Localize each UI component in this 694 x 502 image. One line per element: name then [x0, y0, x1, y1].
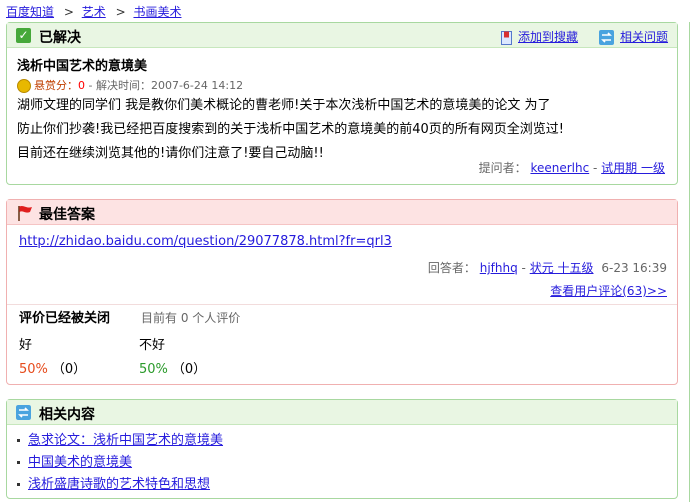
answerer-info: 回答者： hjfhhq - 状元 十五级 6-23 16:39	[428, 259, 667, 276]
asker-level-link[interactable]: 试用期 一级	[601, 161, 665, 175]
bullet-icon	[17, 483, 20, 486]
breadcrumb-separator: >	[115, 5, 126, 19]
answerer-separator: -	[517, 261, 530, 275]
related-questions-link[interactable]: 相关问题	[620, 30, 668, 44]
add-favorite-link[interactable]: 添加到搜藏	[518, 30, 578, 44]
bad-label: 不好	[139, 338, 166, 353]
good-count: （0）	[51, 362, 87, 377]
evaluation-count: 目前有 0 个人评价	[141, 311, 241, 325]
right-column-edge	[689, 22, 694, 502]
good-percent: 50%	[19, 362, 48, 377]
add-favorite-link-wrap: 添加到搜藏	[501, 28, 578, 45]
asker-label: 提问者：	[478, 161, 527, 175]
related-icon	[599, 30, 614, 45]
bad-count: （0）	[171, 362, 207, 377]
best-answer-panel: 最佳答案 http://zhidao.baidu.com/question/29…	[6, 199, 678, 385]
divider	[7, 304, 677, 305]
solved-time: - 解决时间：2007-6-24 14:12	[88, 79, 244, 92]
list-item: 浅析盛唐诗歌的艺术特色和思想	[17, 474, 223, 496]
breadcrumb-art-link[interactable]: 艺术	[82, 5, 106, 19]
question-body-line: 防止你们抄袭!我已经把百度搜索到的关于浅析中国艺术的意境美的前40页的所有网页全…	[17, 122, 564, 137]
related-content-header: 相关内容	[7, 400, 677, 425]
asker-info: 提问者： keenerlhc - 试用期 一级	[479, 159, 665, 176]
question-title: 浅析中国艺术的意境美	[17, 59, 148, 74]
bullet-icon	[17, 461, 20, 464]
bad-percent: 50%	[139, 362, 168, 377]
breadcrumb-painting-link[interactable]: 书画美术	[133, 5, 181, 19]
bad-rating: 50% （0）	[139, 358, 206, 377]
related-link[interactable]: 中国美术的意境美	[28, 455, 132, 470]
breadcrumb: 百度知道 > 艺术 > 书画美术	[6, 3, 181, 20]
evaluation-closed-title: 评价已经被关闭	[19, 311, 111, 326]
answerer-name-link[interactable]: hjfhhq	[480, 261, 518, 275]
best-answer-header: 最佳答案	[7, 200, 677, 225]
question-body-line: 湖师文理的同学们 我是教你们美术概论的曹老师!关于本次浅析中国艺术的意境美的论文…	[17, 98, 551, 113]
question-meta: 悬赏分：0 - 解决时间：2007-6-24 14:12	[17, 77, 243, 93]
related-link[interactable]: 急求论文：浅析中国艺术的意境美	[28, 433, 223, 448]
answerer-label: 回答者：	[427, 261, 476, 275]
bookmark-icon	[501, 30, 512, 45]
question-header: ✓ 已解决 添加到搜藏 相关问题	[7, 23, 677, 48]
asker-separator: -	[589, 161, 602, 175]
coin-icon	[17, 79, 31, 93]
question-panel: ✓ 已解决 添加到搜藏 相关问题 浅析中国艺术的意境美 悬赏分：0 - 解决时间…	[6, 22, 678, 185]
question-body: 湖师文理的同学们 我是教你们美术概论的曹老师!关于本次浅析中国艺术的意境美的论文…	[17, 94, 617, 166]
related-content-panel: 相关内容 急求论文：浅析中国艺术的意境美 中国美术的意境美 浅析盛唐诗歌的艺术特…	[6, 399, 678, 499]
asker-name-link[interactable]: keenerlhc	[530, 161, 589, 175]
related-link[interactable]: 浅析盛唐诗歌的艺术特色和思想	[28, 477, 210, 492]
answer-url-link[interactable]: http://zhidao.baidu.com/question/2907787…	[19, 234, 392, 249]
bounty-label: 悬赏分：	[34, 79, 78, 92]
related-content-title: 相关内容	[39, 407, 95, 423]
answerer-level-link[interactable]: 状元 十五级	[530, 261, 594, 275]
bullet-icon	[17, 439, 20, 442]
list-item: 中国美术的意境美	[17, 452, 223, 474]
list-item: 急求论文：浅析中国艺术的意境美	[17, 430, 223, 452]
related-list: 急求论文：浅析中国艺术的意境美 中国美术的意境美 浅析盛唐诗歌的艺术特色和思想	[17, 430, 223, 496]
bounty-value: 0	[78, 79, 85, 92]
good-rating: 50% （0）	[19, 358, 86, 377]
good-label: 好	[19, 338, 33, 353]
answer-time: 6-23 16:39	[601, 261, 667, 275]
related-questions-link-wrap: 相关问题	[599, 28, 668, 45]
checkmark-icon: ✓	[16, 28, 31, 43]
view-comments-link[interactable]: 查看用户评论(63)>>	[550, 282, 667, 299]
breadcrumb-separator: >	[63, 5, 74, 19]
related-icon	[16, 405, 31, 420]
status-title: 已解决	[39, 30, 81, 46]
breadcrumb-home-link[interactable]: 百度知道	[6, 5, 54, 19]
red-flag-icon	[18, 205, 32, 221]
best-answer-title: 最佳答案	[39, 207, 95, 223]
